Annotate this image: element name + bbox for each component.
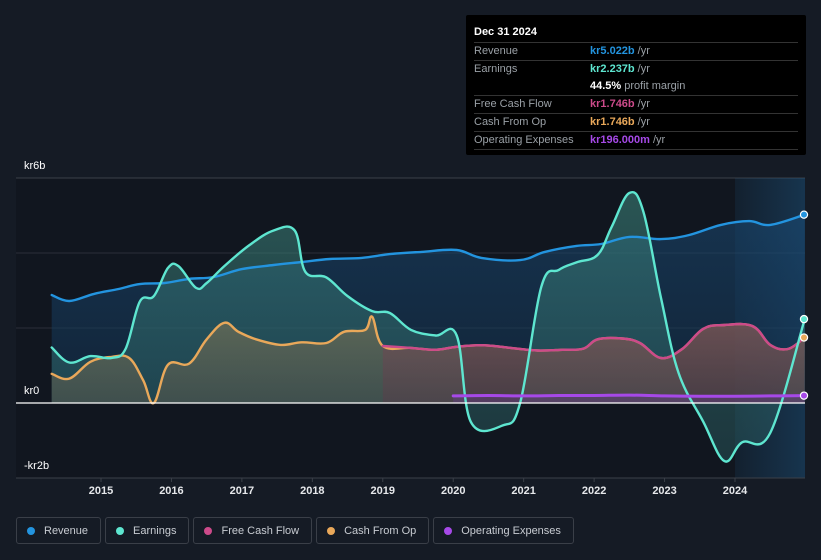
legend-dot-icon	[204, 526, 213, 535]
tooltip-unit: /yr	[637, 63, 650, 75]
legend-dot-icon	[327, 526, 336, 535]
operating-expenses-line	[451, 393, 805, 398]
tooltip-divider	[474, 149, 798, 151]
tooltip-row-revenue: Revenue kr5.022b /yr	[474, 42, 798, 60]
legend-item-earnings[interactable]: Earnings	[105, 517, 190, 544]
chart-legend: Revenue Earnings Free Cash Flow Cash Fro…	[16, 517, 574, 544]
legend-dot-icon	[27, 526, 35, 535]
tooltip-row-cash-from-op: Cash From Op kr1.746b /yr	[474, 113, 798, 131]
tooltip-row-free-cash-flow: Free Cash Flow kr1.746b /yr	[474, 95, 798, 113]
x-tick-label: 2023	[652, 485, 676, 497]
revenue-endpoint	[799, 210, 809, 219]
tooltip-label: Cash From Op	[474, 116, 547, 128]
tooltip-value: kr5.022b	[590, 45, 635, 57]
x-tick-label: 2016	[159, 485, 183, 497]
tooltip-unit: /yr	[652, 134, 666, 146]
tooltip-label: Revenue	[474, 45, 519, 57]
tooltip-label: Free Cash Flow	[474, 98, 552, 110]
tooltip-row-operating-expenses: Operating Expenses kr196.000m /yr	[474, 131, 798, 149]
legend-dot-icon	[116, 526, 125, 535]
x-tick-label: 2024	[723, 485, 748, 497]
operating-expenses-endpoint	[799, 391, 809, 400]
legend-item-free-cash-flow[interactable]: Free Cash Flow	[193, 517, 313, 544]
tooltip-unit: /yr	[637, 116, 650, 128]
x-tick-label: 2022	[582, 485, 606, 497]
legend-label: Earnings	[133, 524, 177, 537]
x-tick-label: 2018	[300, 485, 324, 497]
tooltip-value: kr1.746b	[590, 116, 635, 128]
tooltip-unit: /yr	[637, 45, 650, 57]
legend-item-revenue[interactable]: Revenue	[16, 517, 102, 544]
tooltip-row-earnings: Earnings kr2.237b /yr	[474, 60, 798, 78]
tooltip-date: Dec 31 2024	[474, 26, 537, 38]
legend-label: Operating Expenses	[461, 524, 561, 537]
x-tick-label: 2021	[511, 485, 535, 497]
tooltip-value: 44.5%	[590, 80, 622, 92]
y-tick-label-top: kr6b	[24, 160, 46, 172]
tooltip-unit: profit margin	[624, 80, 686, 92]
legend-label: Free Cash Flow	[221, 524, 300, 537]
tooltip-value: kr2.237b	[590, 63, 635, 75]
legend-item-cash-from-op[interactable]: Cash From Op	[316, 517, 430, 544]
x-tick-label: 2020	[441, 485, 465, 497]
tooltip-unit: /yr	[637, 98, 650, 110]
tooltip-label: Earnings	[474, 63, 518, 75]
tooltip-label	[474, 78, 590, 95]
legend-label: Revenue	[44, 524, 89, 537]
earnings-endpoint	[799, 314, 809, 324]
y-tick-label-zero: kr0	[24, 385, 40, 397]
tooltip-row-profit-margin: 44.5% profit margin	[474, 78, 798, 95]
legend-label: Cash From Op	[344, 524, 417, 537]
tooltip-label: Operating Expenses	[474, 134, 574, 146]
x-tick-label: 2017	[230, 485, 254, 497]
legend-item-operating-expenses[interactable]: Operating Expenses	[433, 517, 574, 544]
tooltip-value: kr1.746b	[590, 98, 635, 110]
data-tooltip: Dec 31 2024 Revenue kr5.022b /yr Earning…	[466, 15, 806, 155]
x-tick-label: 2019	[371, 485, 395, 497]
cash-from-op-endpoint	[799, 333, 809, 342]
x-tick-label: 2015	[89, 485, 113, 497]
y-tick-label-bottom: -kr2b	[24, 460, 50, 472]
legend-dot-icon	[444, 526, 453, 535]
tooltip-value: kr196.000m	[590, 134, 650, 146]
